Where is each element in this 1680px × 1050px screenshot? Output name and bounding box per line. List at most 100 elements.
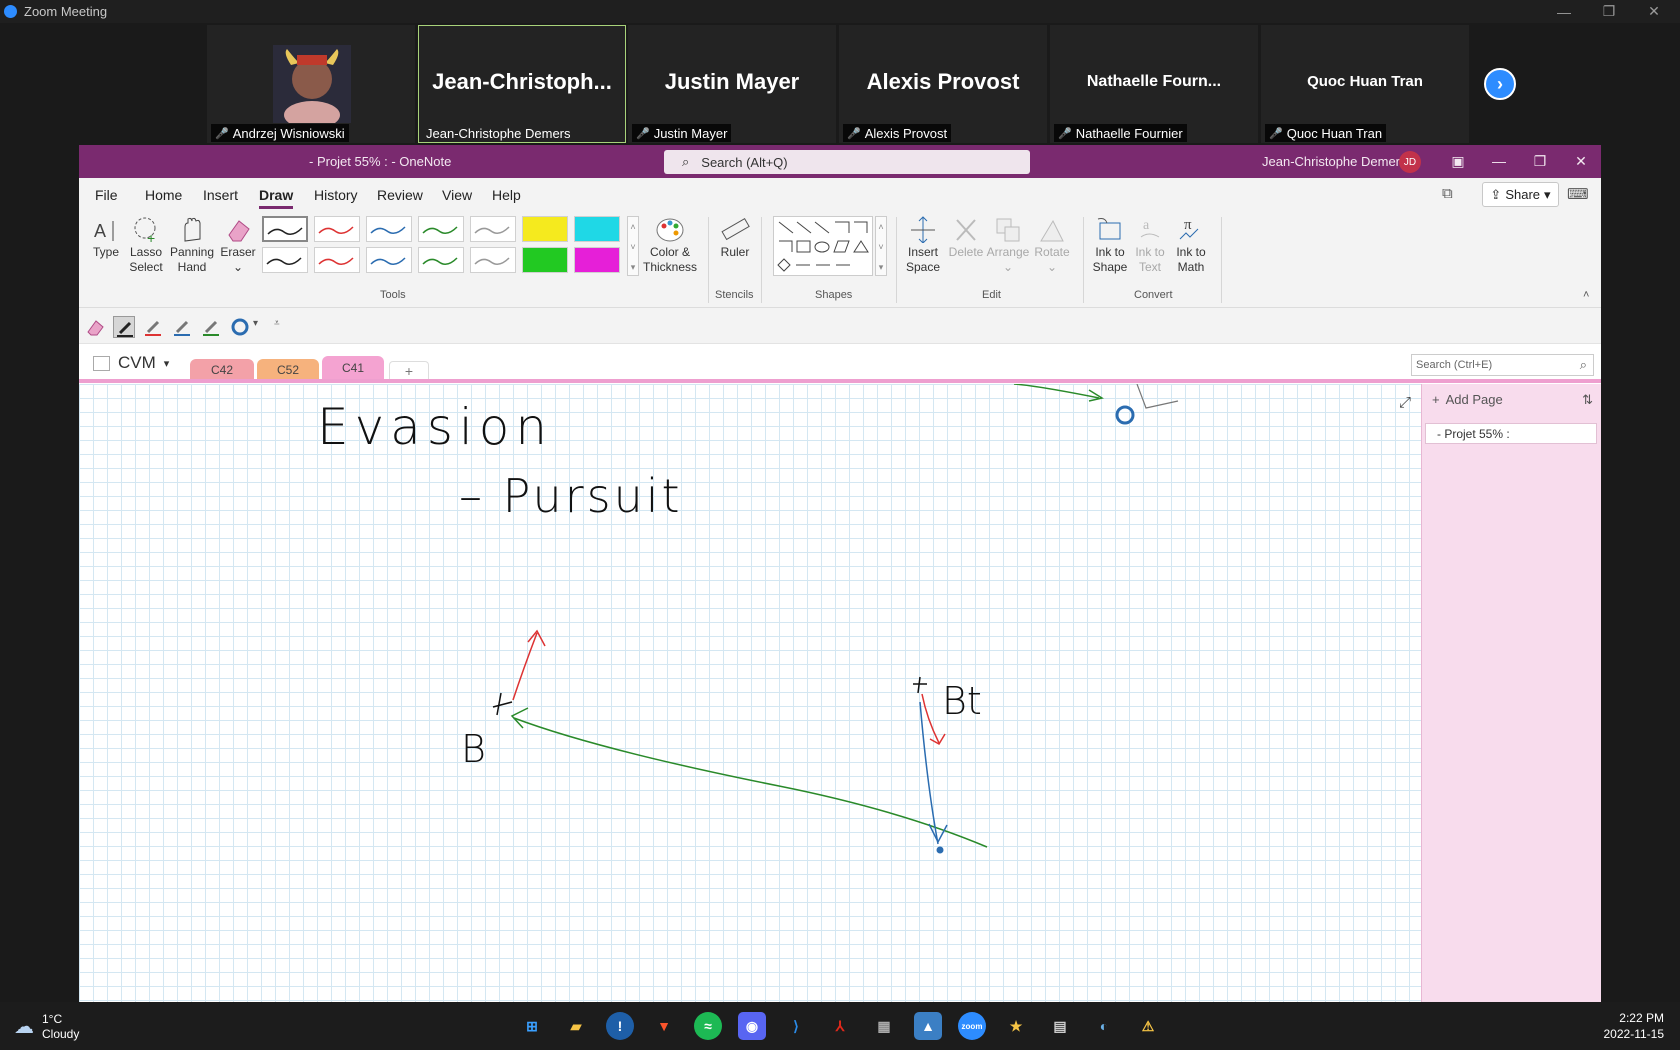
section-tab-c52[interactable]: C52: [257, 359, 319, 380]
tab-insert[interactable]: Insert: [203, 187, 238, 203]
ink-to-math-button[interactable]: π Ink to Math: [1171, 215, 1211, 275]
type-button[interactable]: A Type: [87, 215, 125, 260]
notebook-view-icon[interactable]: ⧉: [1442, 185, 1453, 202]
delete-button[interactable]: Delete: [947, 215, 985, 260]
page-list-item[interactable]: - Projet 55% :: [1425, 423, 1597, 444]
pen-swatch[interactable]: [314, 216, 360, 242]
zoom-app-icon[interactable]: zoom: [958, 1012, 986, 1040]
red-pen-icon[interactable]: [142, 316, 164, 338]
shapes-gallery[interactable]: [773, 216, 873, 276]
rotate-button[interactable]: Rotate ⌄: [1031, 215, 1073, 275]
brave-icon[interactable]: ▼: [650, 1012, 678, 1040]
ruler-button[interactable]: Ruler: [714, 215, 756, 260]
tab-history[interactable]: History: [314, 187, 358, 203]
participant-tile[interactable]: 🎤 Andrzej Wisniowski: [207, 25, 415, 143]
plus-icon: +: [1432, 392, 1440, 407]
pen-swatch[interactable]: [470, 247, 516, 273]
ink-to-shape-button[interactable]: Ink to Shape: [1089, 215, 1131, 275]
eraser-icon[interactable]: [84, 316, 106, 338]
customize-toolbar-icon[interactable]: ⩡: [274, 318, 280, 329]
insert-space-button[interactable]: Insert Space: [901, 215, 945, 275]
participant-tile[interactable]: Nathaelle Fourn... 🎤 Nathaelle Fournier: [1050, 25, 1258, 143]
pen-swatch[interactable]: [522, 216, 568, 242]
pen-swatch[interactable]: [262, 247, 308, 273]
green-pen-icon[interactable]: [200, 316, 222, 338]
pen-swatch[interactable]: [366, 216, 412, 242]
pen-swatch[interactable]: [470, 216, 516, 242]
start-icon[interactable]: ⊞: [518, 1012, 546, 1040]
blue-pen-icon[interactable]: [171, 316, 193, 338]
collapse-ribbon-icon[interactable]: ˄: [1583, 289, 1589, 301]
pen-swatch[interactable]: [262, 216, 308, 242]
ink-to-text-icon: a: [1140, 218, 1160, 238]
tab-view[interactable]: View: [442, 187, 472, 203]
vscode-icon[interactable]: ⟩: [782, 1012, 810, 1040]
pen-swatch[interactable]: [366, 247, 412, 273]
chevron-down-icon[interactable]: ▾: [253, 318, 258, 329]
pen-swatch[interactable]: [314, 247, 360, 273]
page-search-input[interactable]: Search (Ctrl+E) ⌕: [1411, 354, 1594, 376]
lasso-select-button[interactable]: + Lasso Select: [126, 215, 166, 275]
add-section-button[interactable]: +: [389, 361, 429, 380]
spotify-icon[interactable]: ≈: [694, 1012, 722, 1040]
color-wheel-icon[interactable]: [229, 316, 251, 338]
participant-tile[interactable]: Justin Mayer 🎤 Justin Mayer: [628, 25, 836, 143]
tab-file[interactable]: File: [95, 187, 118, 203]
section-tab-c41[interactable]: C41: [322, 356, 384, 380]
participant-big-name: Jean-Christoph...: [432, 69, 612, 94]
share-button[interactable]: ⇪ Share ▾: [1482, 182, 1559, 207]
pen-swatch[interactable]: [522, 247, 568, 273]
restore-icon[interactable]: ❐: [1528, 150, 1552, 172]
maximize-icon[interactable]: ❐: [1589, 0, 1629, 23]
panning-hand-button[interactable]: Panning Hand: [169, 215, 215, 275]
tab-review[interactable]: Review: [377, 187, 423, 203]
participant-tile[interactable]: Quoc Huan Tran 🎤 Quoc Huan Tran: [1261, 25, 1469, 143]
minimize-icon[interactable]: —: [1544, 0, 1584, 23]
tab-help[interactable]: Help: [492, 187, 521, 203]
photos-icon[interactable]: ▲: [914, 1012, 942, 1040]
type-cursor-icon: A: [94, 221, 114, 241]
tab-draw[interactable]: Draw: [259, 187, 294, 209]
section-tab-c42[interactable]: C42: [190, 359, 254, 380]
pen-swatch[interactable]: [574, 247, 620, 273]
pen-swatch[interactable]: [418, 247, 464, 273]
add-page-button[interactable]: + Add Page: [1432, 392, 1503, 407]
pen-swatch[interactable]: [574, 216, 620, 242]
black-pen-icon[interactable]: [113, 316, 135, 338]
paint-icon[interactable]: ◐: [1090, 1012, 1118, 1040]
immersive-reader-icon[interactable]: ▣: [1446, 150, 1470, 172]
weather-widget[interactable]: ☁ 1°C Cloudy: [14, 1012, 79, 1042]
shapes-gallery-scroll[interactable]: ˄ ˅ ▾: [875, 216, 887, 276]
python-icon[interactable]: ▦: [870, 1012, 898, 1040]
pen-gallery-scroll[interactable]: ˄ ˅ ▾: [627, 216, 639, 276]
page-canvas[interactable]: Evasion – Pursuit B Bt ⤢: [79, 383, 1421, 1002]
expand-icon[interactable]: ⤢: [1399, 394, 1411, 411]
close-icon[interactable]: ✕: [1569, 150, 1593, 172]
minimize-icon[interactable]: —: [1487, 150, 1511, 172]
rotate-icon: [1040, 219, 1064, 242]
tab-home[interactable]: Home: [145, 187, 182, 203]
pen-swatch[interactable]: [418, 216, 464, 242]
color-thickness-button[interactable]: Color & Thickness: [641, 215, 699, 275]
password-manager-icon[interactable]: !: [606, 1012, 634, 1040]
next-page-button[interactable]: ›: [1484, 68, 1516, 100]
warning-icon[interactable]: ⚠: [1134, 1012, 1162, 1040]
eraser-button[interactable]: Eraser ⌄: [218, 215, 258, 275]
user-avatar[interactable]: JD: [1399, 151, 1421, 173]
feedback-icon[interactable]: ⌨: [1567, 185, 1589, 203]
discord-icon[interactable]: ◉: [738, 1012, 766, 1040]
search-placeholder: Search (Alt+Q): [701, 154, 788, 170]
close-icon[interactable]: ✕: [1634, 0, 1674, 23]
participant-tile-active[interactable]: Jean-Christoph... Jean-Christophe Demers: [418, 25, 626, 143]
notebook-selector[interactable]: CVM ▾: [93, 353, 169, 373]
participant-tile[interactable]: Alexis Provost 🎤 Alexis Provost: [839, 25, 1047, 143]
ink-to-text-button[interactable]: a Ink to Text: [1131, 215, 1169, 275]
acrobat-icon[interactable]: ⅄: [826, 1012, 854, 1040]
search-box[interactable]: ⌕ Search (Alt+Q): [664, 150, 1030, 174]
system-clock[interactable]: 2:22 PM 2022-11-15: [1604, 1010, 1665, 1042]
app-icon[interactable]: ▤: [1046, 1012, 1074, 1040]
arrange-button[interactable]: Arrange ⌄: [985, 215, 1031, 275]
starred-app-icon[interactable]: ★: [1002, 1012, 1030, 1040]
file-explorer-icon[interactable]: ▰: [562, 1012, 590, 1040]
sort-icon[interactable]: ⇅: [1582, 392, 1593, 408]
